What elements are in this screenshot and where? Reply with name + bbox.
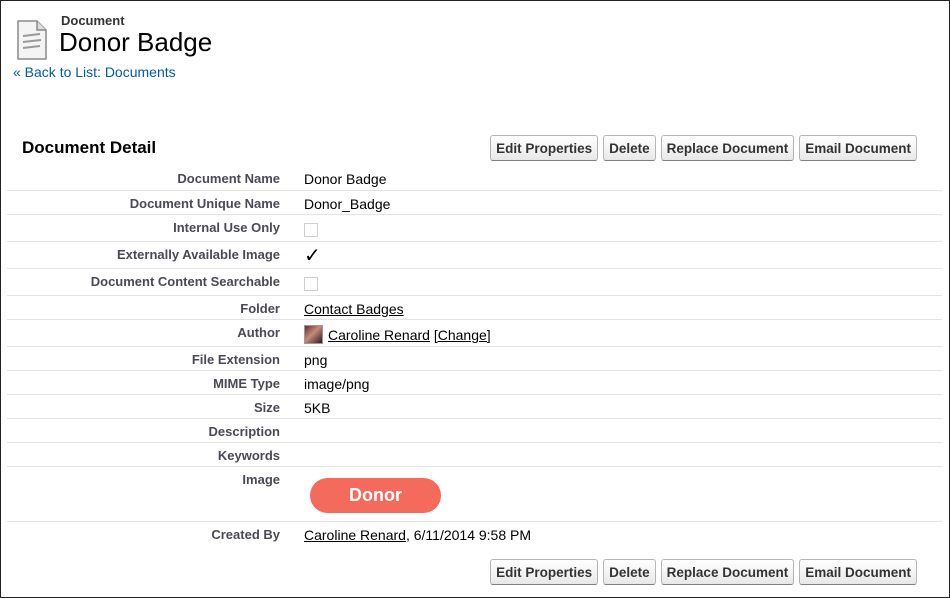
field-row-mime-type: MIME Type image/png xyxy=(7,371,942,395)
image-value: Donor xyxy=(304,472,441,513)
field-row-folder: Folder Contact Badges xyxy=(7,296,942,320)
field-label: Document Name xyxy=(177,171,280,186)
field-row-keywords: Keywords xyxy=(7,443,942,467)
section-title: Document Detail xyxy=(22,138,157,157)
bottom-button-bar: Edit Properties Delete Replace Document … xyxy=(490,559,917,585)
replace-document-button[interactable]: Replace Document xyxy=(660,559,795,585)
top-button-bar: Edit Properties Delete Replace Document … xyxy=(490,135,917,161)
field-label: Externally Available Image xyxy=(116,247,280,262)
author-link[interactable]: Caroline Renard xyxy=(328,327,430,343)
unchecked-checkbox-icon xyxy=(304,223,318,237)
field-label: Description xyxy=(208,424,280,439)
field-label: File Extension xyxy=(191,352,280,367)
page-frame: Document Donor Badge « Back to List: Doc… xyxy=(0,0,950,598)
field-row-created-by: Created By Caroline Renard, 6/11/2014 9:… xyxy=(7,522,942,552)
searchable-value xyxy=(304,274,318,294)
delete-button[interactable]: Delete xyxy=(603,559,656,585)
internal-use-value xyxy=(304,220,318,240)
email-document-button[interactable]: Email Document xyxy=(799,559,917,585)
donor-badge-image: Donor xyxy=(310,478,441,513)
back-to-list-link[interactable]: « Back to List: Documents xyxy=(13,64,176,80)
externally-available-value: ✓ xyxy=(304,245,321,265)
field-label: MIME Type xyxy=(213,376,280,391)
field-label: Author xyxy=(237,325,280,340)
detail-list: Document Name Donor Badge Document Uniqu… xyxy=(7,166,942,552)
mime-type-value: image/png xyxy=(304,376,370,392)
replace-document-button[interactable]: Replace Document xyxy=(660,135,795,161)
avatar xyxy=(304,325,323,344)
unchecked-checkbox-icon xyxy=(304,277,318,291)
field-row-description: Description xyxy=(7,419,942,443)
author-value: Caroline Renard [Change] xyxy=(304,325,491,344)
field-row-image: Image Donor xyxy=(7,467,942,522)
field-row-author: Author Caroline Renard [Change] xyxy=(7,320,942,347)
record-type-label: Document xyxy=(61,13,125,28)
edit-properties-button[interactable]: Edit Properties xyxy=(490,559,599,585)
folder-link[interactable]: Contact Badges xyxy=(304,301,404,317)
created-date: , 6/11/2014 9:58 PM xyxy=(405,527,532,543)
created-by-value: Caroline Renard, 6/11/2014 9:58 PM xyxy=(304,527,531,543)
field-label: Size xyxy=(253,400,280,415)
created-by-user-link[interactable]: Caroline Renard xyxy=(304,527,406,543)
field-row-externally-available: Externally Available Image ✓ xyxy=(7,242,942,269)
field-label: Document Unique Name xyxy=(129,196,280,211)
field-label: Keywords xyxy=(217,448,280,463)
checkmark-icon: ✓ xyxy=(304,243,321,267)
document-icon xyxy=(17,20,47,60)
size-value: 5KB xyxy=(304,400,331,416)
field-label: Internal Use Only xyxy=(173,220,280,235)
field-row-searchable: Document Content Searchable xyxy=(7,269,942,296)
field-row-file-extension: File Extension png xyxy=(7,347,942,371)
field-label: Document Content Searchable xyxy=(90,274,280,289)
folder-value: Contact Badges xyxy=(304,301,404,317)
email-document-button[interactable]: Email Document xyxy=(799,135,917,161)
field-label: Created By xyxy=(211,527,280,542)
field-row-size: Size 5KB xyxy=(7,395,942,419)
field-row-unique-name: Document Unique Name Donor_Badge xyxy=(7,191,942,215)
document-name-value: Donor Badge xyxy=(304,171,387,187)
field-row-document-name: Document Name Donor Badge xyxy=(7,166,942,191)
change-owner-link[interactable]: [Change] xyxy=(434,327,491,343)
field-label: Image xyxy=(242,472,280,487)
field-row-internal-use: Internal Use Only xyxy=(7,215,942,242)
field-label: Folder xyxy=(240,301,280,316)
delete-button[interactable]: Delete xyxy=(603,135,656,161)
edit-properties-button[interactable]: Edit Properties xyxy=(490,135,599,161)
page-title: Donor Badge xyxy=(59,27,213,57)
file-extension-value: png xyxy=(304,352,328,368)
unique-name-value: Donor_Badge xyxy=(304,196,391,212)
